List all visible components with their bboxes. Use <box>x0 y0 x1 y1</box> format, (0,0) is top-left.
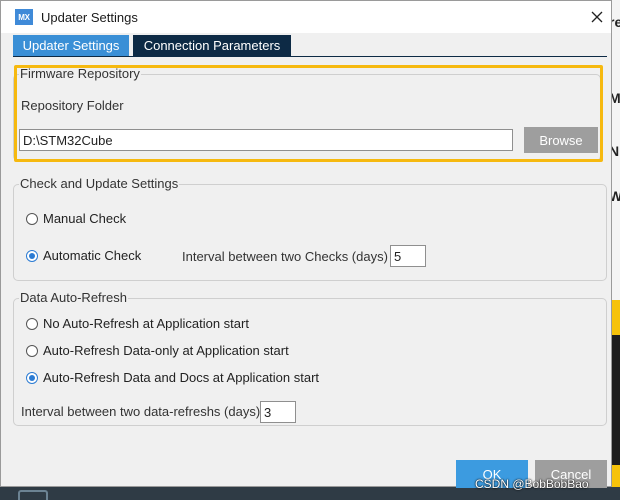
background-taskbar-icon <box>18 490 48 500</box>
tab-underline <box>13 56 607 57</box>
refresh-interval-input[interactable]: 3 <box>260 401 296 423</box>
refresh-interval-label: Interval between two data-refreshs (days… <box>21 404 261 419</box>
radio-button[interactable] <box>26 344 38 357</box>
group-legend: Check and Update Settings <box>19 176 180 191</box>
manual-check-radio[interactable]: Manual Check <box>26 211 126 226</box>
check-interval-label: Interval between two Checks (days) <box>182 249 388 264</box>
radio-label: No Auto-Refresh at Application start <box>43 316 249 331</box>
radio-label: Manual Check <box>43 211 127 226</box>
no-auto-refresh-radio[interactable]: No Auto-Refresh at Application start <box>26 316 249 331</box>
check-interval-input[interactable]: 5 <box>390 245 426 267</box>
close-button[interactable] <box>585 6 609 28</box>
updater-settings-dialog: MX Updater Settings Updater Settings Con… <box>0 0 612 488</box>
check-update-settings-group: Check and Update Settings <box>13 176 607 281</box>
repository-folder-label: Repository Folder <box>21 98 124 113</box>
auto-refresh-data-only-radio[interactable]: Auto-Refresh Data-only at Application st… <box>26 343 289 358</box>
radio-button[interactable] <box>26 371 38 384</box>
browse-button[interactable]: Browse <box>524 127 598 153</box>
radio-button[interactable] <box>26 317 38 330</box>
radio-label: Auto-Refresh Data and Docs at Applicatio… <box>43 370 320 385</box>
group-legend: Data Auto-Refresh <box>19 290 128 305</box>
repository-folder-input[interactable]: D:\STM32Cube <box>19 129 513 151</box>
auto-refresh-data-docs-radio[interactable]: Auto-Refresh Data and Docs at Applicatio… <box>26 370 319 385</box>
watermark: CSDN @BobBobBao <box>475 477 589 491</box>
radio-button[interactable] <box>26 212 38 225</box>
tab-updater-settings[interactable]: Updater Settings <box>13 35 129 56</box>
close-icon <box>591 11 603 23</box>
window-title: Updater Settings <box>41 10 138 25</box>
automatic-check-radio[interactable]: Automatic Check <box>26 248 141 263</box>
tab-connection-parameters[interactable]: Connection Parameters <box>133 35 291 56</box>
radio-label: Automatic Check <box>43 248 142 263</box>
radio-label: Auto-Refresh Data-only at Application st… <box>43 343 289 358</box>
app-logo-icon: MX <box>15 9 33 25</box>
title-bar[interactable]: MX Updater Settings <box>1 1 611 33</box>
tab-strip: Updater Settings Connection Parameters <box>13 35 291 56</box>
radio-button[interactable] <box>26 249 38 262</box>
